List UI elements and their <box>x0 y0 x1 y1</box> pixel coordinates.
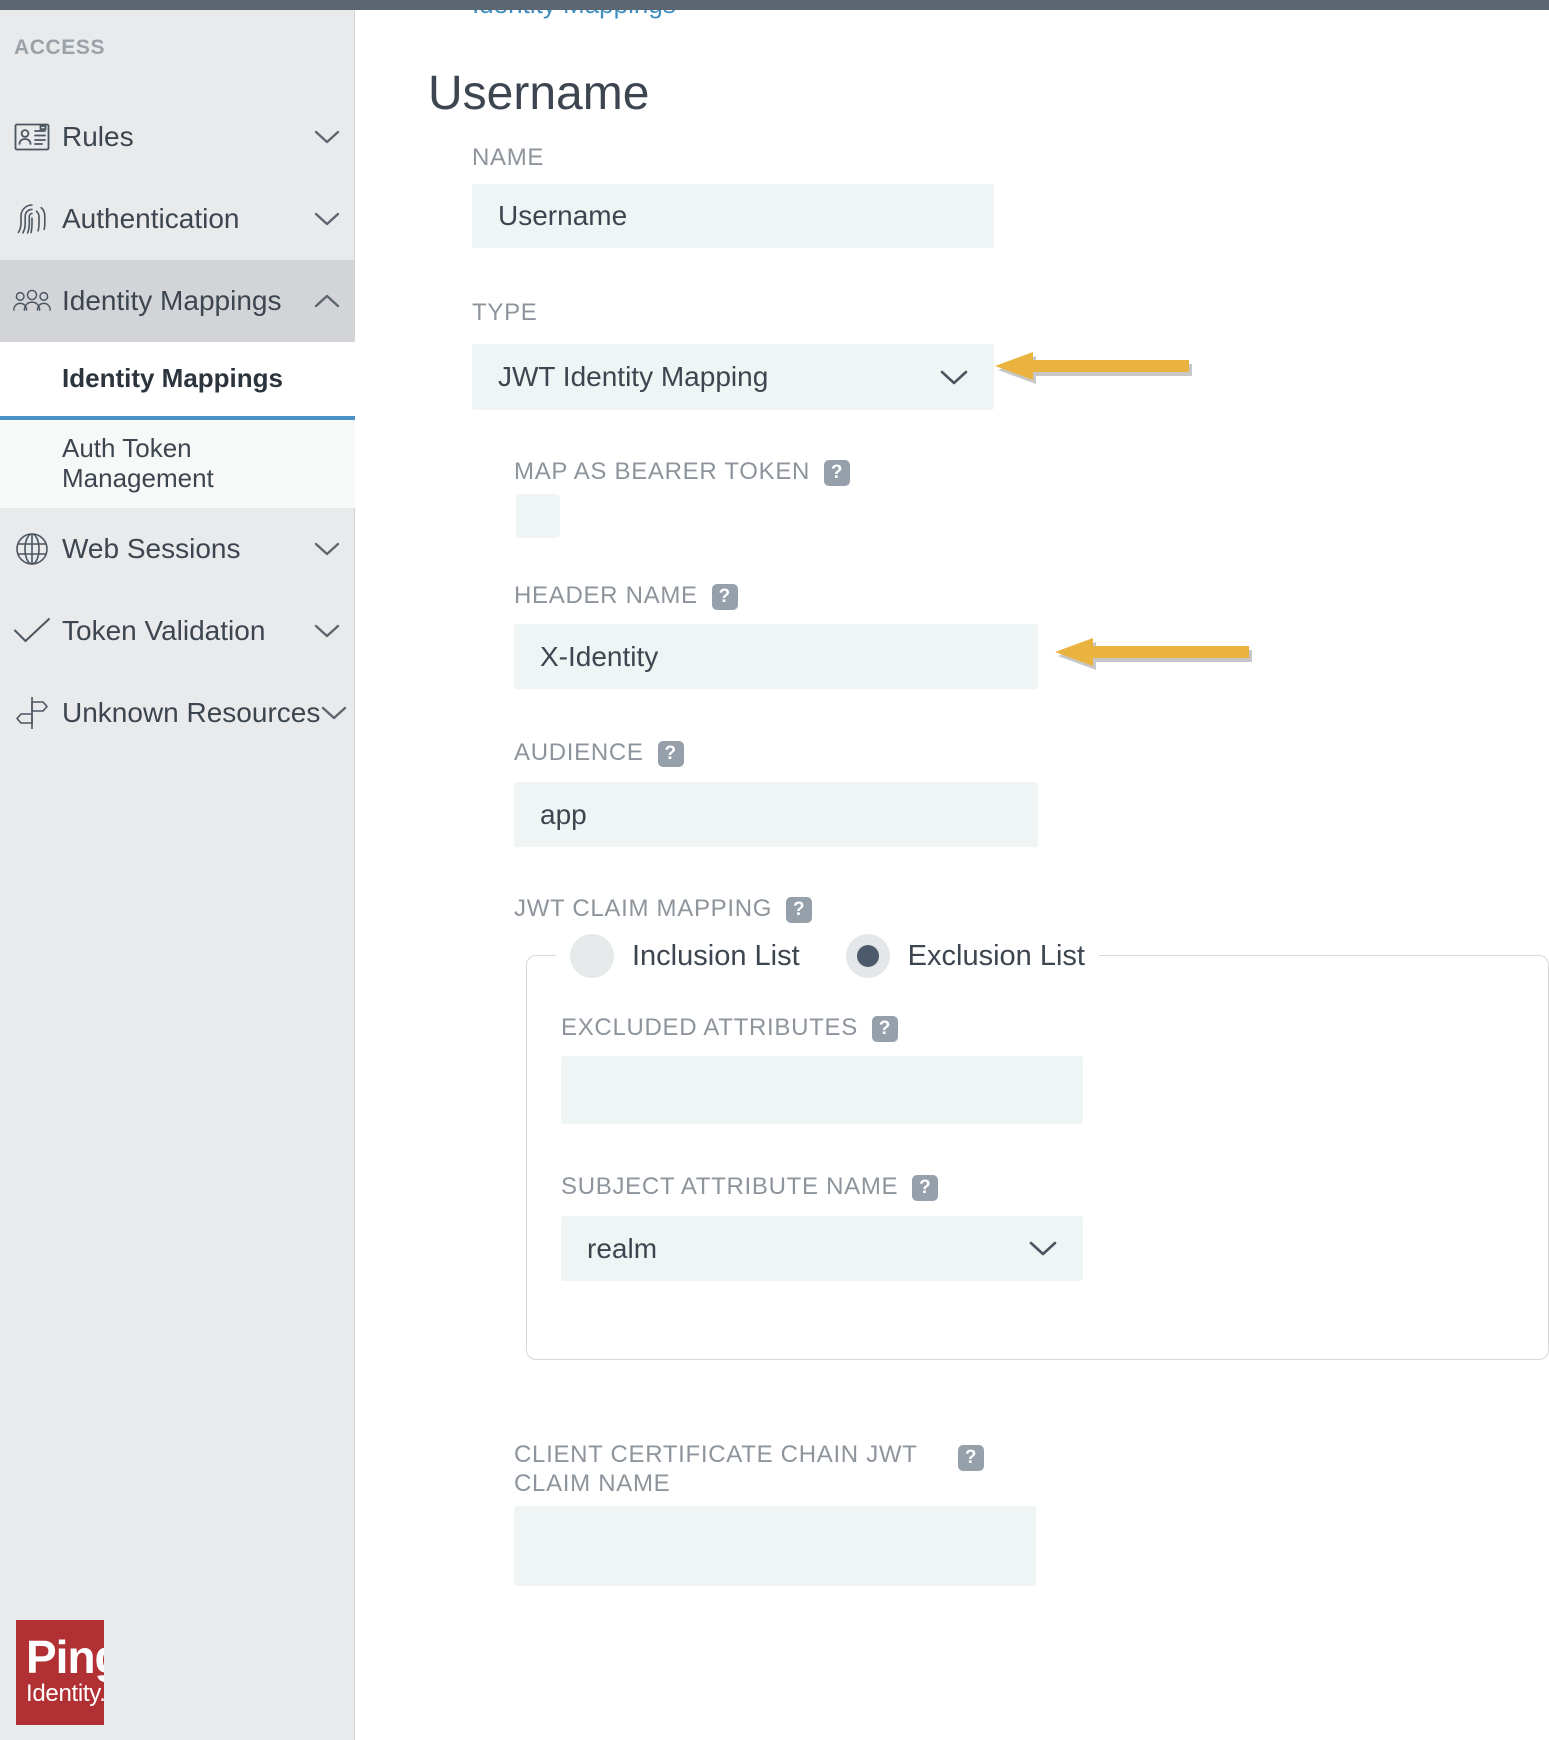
radio-inclusion-list[interactable]: Inclusion List <box>570 934 800 978</box>
logo-line-2: Identity. <box>26 1680 104 1707</box>
sidebar-item-rules[interactable]: Rules <box>0 96 355 178</box>
chevron-up-icon[interactable] <box>313 293 341 309</box>
help-icon[interactable]: ? <box>871 1013 898 1042</box>
chevron-down-icon[interactable] <box>320 705 348 721</box>
logo-line-1: Ping <box>26 1631 104 1683</box>
audience-input-value: app <box>540 798 587 830</box>
type-select-value: JWT Identity Mapping <box>498 361 769 392</box>
name-input-value: Username <box>498 200 628 231</box>
radio-label: Exclusion List <box>907 939 1085 972</box>
help-icon[interactable]: ? <box>657 738 684 767</box>
sidebar-subitem-label: Auth Token Management <box>62 433 214 493</box>
chevron-down-icon[interactable] <box>313 541 341 557</box>
name-field-label: NAME <box>472 144 545 171</box>
chevron-down-icon[interactable] <box>1029 1240 1057 1257</box>
client-cert-chain-claim-name-input[interactable] <box>514 1506 1036 1586</box>
sidebar-subitem-label: Identity Mappings <box>62 363 283 394</box>
top-chrome-bar <box>0 0 1549 10</box>
id-card-icon <box>12 117 52 157</box>
help-icon[interactable]: ? <box>824 457 851 486</box>
sidebar-subitem-identity-mappings[interactable]: Identity Mappings <box>0 342 355 420</box>
sidebar-nav: Rules Authentication Identity Mappings I… <box>0 96 355 754</box>
chevron-down-icon[interactable] <box>313 623 341 639</box>
sidebar-item-web-sessions[interactable]: Web Sessions <box>0 508 355 590</box>
type-select[interactable]: JWT Identity Mapping <box>472 344 994 410</box>
audience-field-label: AUDIENCE ? <box>514 738 684 767</box>
excluded-attributes-label: EXCLUDED ATTRIBUTES ? <box>561 1013 898 1042</box>
subject-attribute-name-value: realm <box>587 1232 658 1264</box>
sidebar-item-label: Token Validation <box>62 614 266 646</box>
page-title: Username <box>428 67 650 121</box>
map-as-bearer-token-checkbox[interactable] <box>516 494 560 538</box>
radio-label: Inclusion List <box>632 939 800 972</box>
sidebar-item-identity-mappings[interactable]: Identity Mappings <box>0 260 355 342</box>
signpost-icon <box>12 693 52 733</box>
audience-input[interactable]: app <box>514 782 1038 847</box>
help-icon[interactable]: ? <box>958 1442 984 1471</box>
subject-attribute-name-label: SUBJECT ATTRIBUTE NAME ? <box>561 1172 939 1201</box>
fingerprint-icon <box>12 199 52 239</box>
radio-button[interactable] <box>845 934 890 978</box>
sidebar-section-title: ACCESS <box>14 36 106 59</box>
sidebar-item-label: Identity Mappings <box>62 285 282 316</box>
help-icon[interactable]: ? <box>786 894 813 923</box>
sidebar-subitem-auth-token-management[interactable]: Auth Token Management <box>0 420 355 508</box>
radio-button[interactable] <box>570 934 614 978</box>
main-content: Username NAME Username TYPE JWT Identity… <box>356 0 1549 1740</box>
chevron-down-icon[interactable] <box>313 129 341 145</box>
chevron-down-icon[interactable] <box>313 211 341 227</box>
sidebar-item-authentication[interactable]: Authentication <box>0 178 355 260</box>
jwt-claim-mapping-radio-group: Inclusion List Exclusion List <box>556 934 1099 978</box>
help-icon[interactable]: ? <box>912 1172 939 1201</box>
app-root: Identity Mappings ACCESS Rules <box>0 0 1549 1740</box>
sidebar-item-token-validation[interactable]: Token Validation <box>0 590 355 672</box>
jwt-claim-mapping-label: JWT CLAIM MAPPING ? <box>514 894 813 923</box>
header-name-field-label: HEADER NAME ? <box>514 581 738 610</box>
sidebar-item-unknown-resources[interactable]: Unknown Resources <box>0 672 355 754</box>
users-group-icon <box>12 281 52 321</box>
sidebar-item-label: Rules <box>62 121 134 152</box>
radio-selected-dot <box>856 945 879 967</box>
check-icon <box>12 611 52 651</box>
sidebar: ACCESS Rules Authentication Identity Map… <box>0 0 355 1740</box>
radio-exclusion-list[interactable]: Exclusion List <box>845 934 1085 978</box>
map-as-bearer-token-label: MAP AS BEARER TOKEN ? <box>514 457 851 486</box>
header-name-input[interactable]: X-Identity <box>514 624 1038 689</box>
name-input[interactable]: Username <box>472 184 994 248</box>
header-name-input-value: X-Identity <box>540 640 659 672</box>
globe-icon <box>12 529 52 569</box>
excluded-attributes-input[interactable] <box>561 1056 1083 1124</box>
help-icon[interactable]: ? <box>711 581 738 610</box>
sidebar-item-label: Authentication <box>62 203 240 234</box>
type-field-label: TYPE <box>472 299 538 326</box>
ping-identity-logo: Ping Identity. <box>16 1620 104 1725</box>
subject-attribute-name-select[interactable]: realm <box>561 1216 1083 1281</box>
sidebar-item-label: Web Sessions <box>62 532 241 564</box>
sidebar-subnav: Identity Mappings Auth Token Management <box>0 342 355 508</box>
chevron-down-icon[interactable] <box>940 369 968 386</box>
sidebar-item-label: Unknown Resources <box>62 696 321 728</box>
client-cert-chain-claim-name-label: CLIENT CERTIFICATE CHAIN JWT CLAIM NAME … <box>514 1440 984 1499</box>
